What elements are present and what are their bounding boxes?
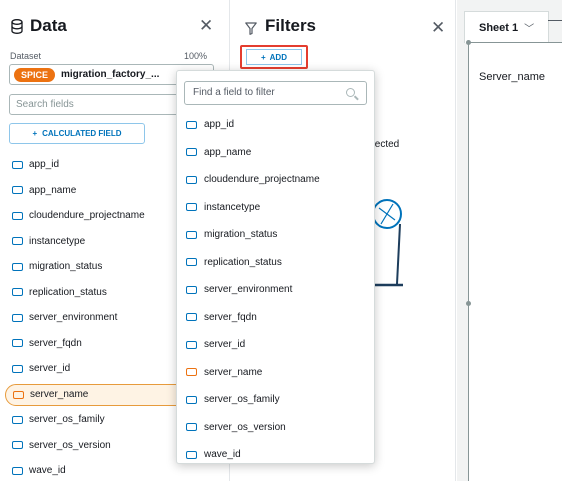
dropdown-item[interactable]: server_id: [186, 331, 368, 359]
filters-panel-header: Filters: [245, 16, 316, 36]
dropdown-item[interactable]: app_name: [186, 139, 368, 167]
dimension-icon: [12, 339, 23, 348]
dimension-icon: [186, 148, 197, 157]
dataset-label: Dataset: [10, 51, 42, 61]
dimension-icon: [12, 186, 23, 195]
dimension-icon: [186, 230, 197, 239]
dropdown-field-list: app_id app_name cloudendure_projectname …: [186, 111, 368, 469]
calculated-field-label: CALCULATED FIELD: [42, 129, 122, 138]
field-label: server_environment: [29, 312, 118, 324]
dimension-icon: [12, 441, 23, 450]
dropdown-item-label: wave_id: [204, 449, 241, 461]
dimension-icon: [186, 203, 197, 212]
dropdown-item[interactable]: replication_status: [186, 249, 368, 277]
dropdown-item[interactable]: wave_id: [186, 441, 368, 469]
dimension-icon: [186, 423, 197, 432]
dropdown-item[interactable]: migration_status: [186, 221, 368, 249]
add-calculated-field-button[interactable]: + CALCULATED FIELD: [9, 123, 145, 144]
field-label: server_os_version: [29, 439, 111, 451]
dimension-icon: [186, 368, 197, 377]
filters-panel-title: Filters: [265, 16, 317, 35]
data-panel-title: Data: [30, 16, 67, 35]
dropdown-item-highlighted[interactable]: server_name: [186, 359, 368, 387]
dropdown-item-label: server_name: [204, 366, 263, 378]
field-label: server_os_family: [29, 414, 105, 426]
field-label: server_fqdn: [29, 337, 82, 349]
tab-divider: [548, 20, 562, 21]
field-label: app_id: [29, 159, 60, 171]
dimension-icon: [12, 237, 23, 246]
dimension-icon: [186, 340, 197, 349]
add-filter-highlight: + ADD: [240, 45, 308, 69]
dropdown-item-label: replication_status: [204, 256, 282, 268]
plus-icon: +: [32, 129, 38, 138]
search-icon: [346, 88, 355, 97]
tab-sheet-1[interactable]: Sheet 1 ﹀: [464, 11, 549, 43]
dropdown-item-label: app_name: [204, 146, 252, 158]
dimension-icon: [186, 285, 197, 294]
dimension-icon: [12, 160, 23, 169]
dimension-icon: [12, 262, 23, 271]
resize-handle[interactable]: [466, 40, 471, 45]
dataset-name: migration_factory_...: [61, 69, 160, 80]
dropdown-item-label: server_environment: [204, 284, 293, 296]
dropdown-item-label: cloudendure_projectname: [204, 174, 320, 186]
dimension-icon: [186, 313, 197, 322]
dimension-icon: [12, 211, 23, 220]
field-label: server_id: [29, 363, 71, 375]
dimension-icon: [12, 313, 23, 322]
field-label: server_name: [30, 389, 89, 400]
dropdown-item-label: instancetype: [204, 201, 261, 213]
dropdown-item[interactable]: server_os_family: [186, 386, 368, 414]
visual-field-text: Server_name: [479, 71, 546, 83]
dimension-icon: [13, 390, 24, 399]
close-filters-panel-icon[interactable]: ✕: [431, 19, 445, 36]
dimension-icon: [12, 288, 23, 297]
spice-badge: SPICE: [14, 67, 56, 82]
dropdown-item[interactable]: app_id: [186, 111, 368, 139]
find-field-placeholder: Find a field to filter: [193, 87, 275, 98]
dropdown-item[interactable]: server_os_version: [186, 414, 368, 442]
resize-handle[interactable]: [466, 301, 471, 306]
chevron-down-icon[interactable]: ﹀: [524, 20, 534, 35]
field-label: wave_id: [29, 465, 66, 477]
funnel-icon: [245, 20, 257, 35]
dimension-icon: [12, 466, 23, 475]
dropdown-item-label: server_os_family: [204, 394, 280, 406]
visual-card[interactable]: Server_name: [466, 40, 562, 481]
field-label: cloudendure_projectname: [29, 210, 145, 222]
sheet-area: Sheet 1 ﹀ Server_name: [457, 0, 562, 481]
dropdown-item-label: server_fqdn: [204, 311, 257, 323]
dropdown-item[interactable]: server_environment: [186, 276, 368, 304]
dropdown-item[interactable]: instancetype: [186, 194, 368, 222]
add-filter-button[interactable]: + ADD: [246, 49, 302, 65]
plus-icon: +: [260, 52, 266, 62]
dimension-icon: [186, 258, 197, 267]
dimension-icon: [12, 415, 23, 424]
field-label: replication_status: [29, 286, 107, 298]
dimension-icon: [186, 395, 197, 404]
dimension-icon: [186, 175, 197, 184]
database-icon: [11, 18, 23, 34]
field-label: app_name: [29, 184, 77, 196]
data-panel-header: Data: [11, 16, 67, 36]
dropdown-item-label: server_os_version: [204, 421, 286, 433]
filter-field-dropdown: Find a field to filter app_id app_name c…: [176, 70, 375, 464]
find-field-input[interactable]: Find a field to filter: [184, 81, 367, 105]
sheet-tab-label: Sheet 1: [479, 21, 519, 34]
close-data-panel-icon[interactable]: ✕: [199, 17, 213, 34]
field-label: migration_status: [29, 261, 103, 273]
dropdown-item-label: migration_status: [204, 229, 278, 241]
dimension-icon: [186, 120, 197, 129]
dropdown-item[interactable]: cloudendure_projectname: [186, 166, 368, 194]
dropdown-item-label: app_id: [204, 119, 235, 131]
dataset-spice-percent: 100%: [184, 51, 208, 61]
dropdown-item[interactable]: server_fqdn: [186, 304, 368, 332]
dropdown-item-label: server_id: [204, 339, 246, 351]
dimension-icon: [12, 364, 23, 373]
field-label: instancetype: [29, 235, 86, 247]
add-filter-label: ADD: [269, 52, 287, 62]
dimension-icon: [186, 450, 197, 459]
